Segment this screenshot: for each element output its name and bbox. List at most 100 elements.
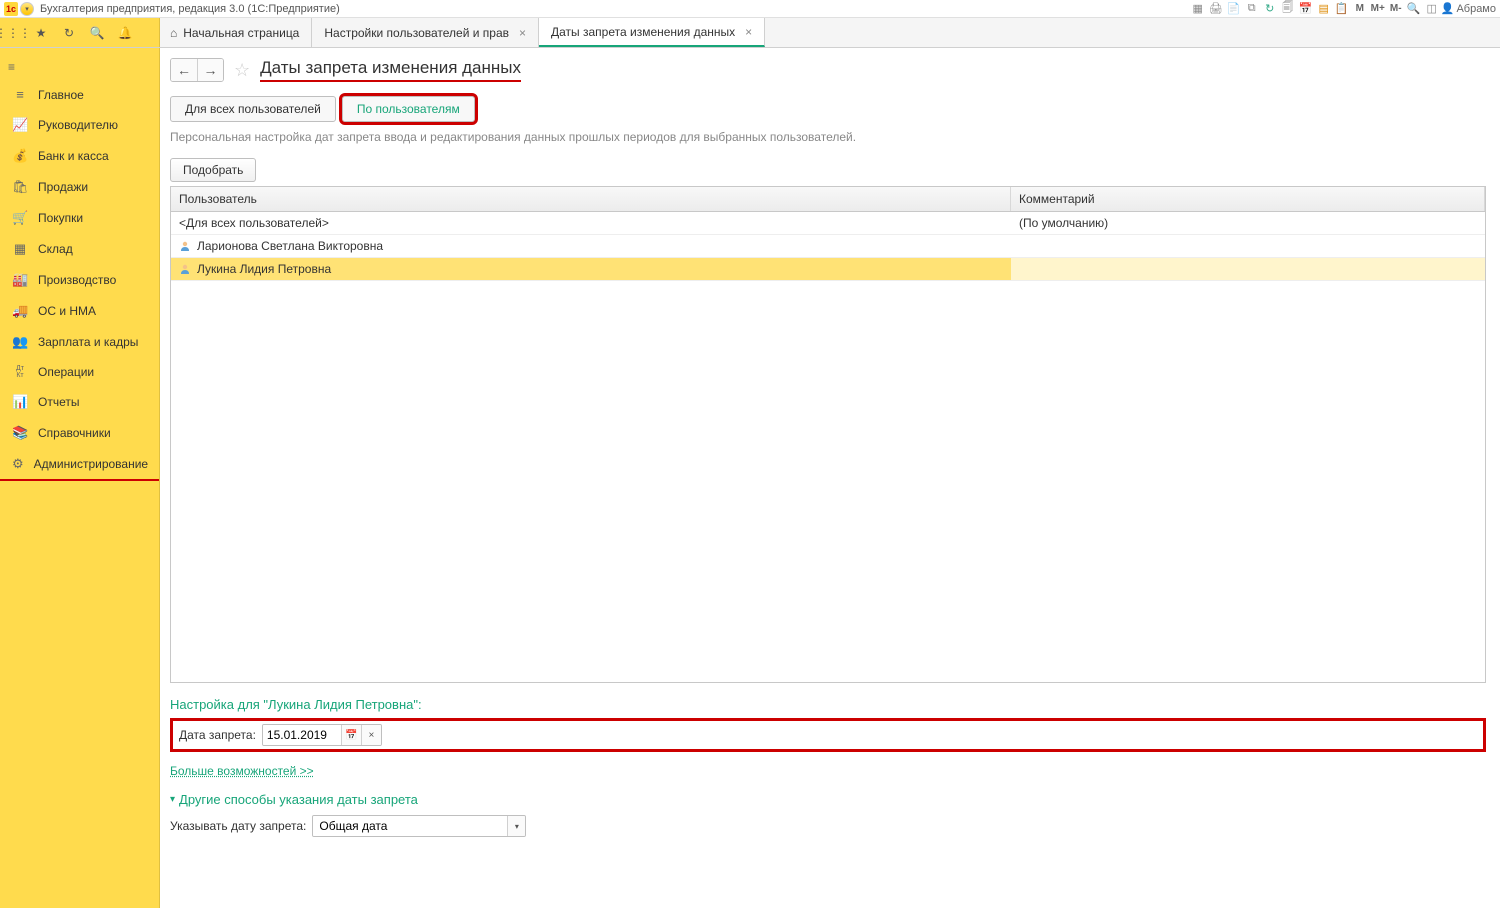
- quick-access-bar: ⋮⋮⋮ ★ ↻ 🔍 🔔: [0, 18, 160, 47]
- sidebar-item-icon: ≡: [12, 87, 28, 102]
- sidebar-item-label: ОС и НМА: [38, 304, 96, 318]
- toolbar-calc-icon[interactable]: ▤: [1316, 1, 1332, 17]
- sidebar-item-label: Операции: [38, 365, 94, 379]
- sidebar-item-icon: 🏭: [12, 272, 28, 288]
- close-icon[interactable]: ×: [745, 25, 752, 39]
- sidebar-item-label: Производство: [38, 273, 116, 287]
- toolbar-print-icon[interactable]: 🖨: [1208, 1, 1224, 17]
- favorite-star-icon[interactable]: ☆: [234, 60, 250, 81]
- zoom-icon[interactable]: 🔍: [1406, 1, 1422, 17]
- specify-label: Указывать дату запрета:: [170, 819, 306, 833]
- date-config-highlight: Дата запрета: 📅 ×: [170, 718, 1486, 752]
- main-toolbar: ⋮⋮⋮ ★ ↻ 🔍 🔔 ⌂ Начальная страница Настрой…: [0, 18, 1500, 48]
- tab-home[interactable]: ⌂ Начальная страница: [160, 18, 312, 47]
- sidebar-item[interactable]: 📚Справочники: [0, 418, 159, 449]
- cell-comment: [1011, 235, 1485, 257]
- apps-icon[interactable]: ⋮⋮⋮: [4, 24, 22, 42]
- nav-sidebar: ≡ ≡ Главное 📈Руководителю 💰 Банк и касса 🛍 Про…: [0, 48, 160, 908]
- app-logo-icon: 1c: [4, 2, 18, 16]
- sidebar-item-icon: 💰: [12, 148, 28, 164]
- nav-buttons: ← →: [170, 58, 224, 82]
- sidebar-item-icon: 🛒: [12, 210, 28, 226]
- table-row[interactable]: Ларионова Светлана Викторовна: [171, 235, 1485, 258]
- search-icon[interactable]: 🔍: [88, 24, 106, 42]
- forward-button[interactable]: →: [197, 59, 223, 81]
- memory-m-icon[interactable]: M: [1352, 1, 1368, 17]
- memory-mminus-icon[interactable]: M-: [1388, 1, 1404, 17]
- sidebar-item[interactable]: 📈Руководителю: [0, 110, 159, 141]
- cell-comment: (По умолчанию): [1011, 212, 1485, 234]
- tab-label: Начальная страница: [183, 26, 299, 40]
- sidebar-item-label: Главное: [38, 88, 84, 102]
- sidebar-item[interactable]: 📊Отчеты: [0, 387, 159, 418]
- toolbar-clipboard-icon[interactable]: 📋: [1334, 1, 1350, 17]
- cell-user: Ларионова Светлана Викторовна: [171, 235, 1011, 257]
- sidebar-item-label: Продажи: [38, 180, 88, 194]
- specify-value[interactable]: [313, 816, 507, 836]
- toolbar-compare-icon[interactable]: ⧉: [1244, 1, 1260, 17]
- sidebar-item[interactable]: 👥 Зарплата и кадры: [0, 327, 159, 358]
- sidebar-item-label: Зарплата и кадры: [38, 335, 138, 349]
- sidebar-item-label: Банк и касса: [38, 149, 109, 163]
- sidebar-item[interactable]: 🏭 Производство: [0, 265, 159, 296]
- users-table: Пользователь Комментарий <Для всех польз…: [170, 186, 1486, 683]
- col-header-user[interactable]: Пользователь: [171, 187, 1011, 211]
- table-row[interactable]: <Для всех пользователей>(По умолчанию): [171, 212, 1485, 235]
- table-row[interactable]: Лукина Лидия Петровна: [171, 258, 1485, 281]
- dropdown-icon[interactable]: ▾: [507, 816, 525, 836]
- other-ways-expander[interactable]: ▾ Другие способы указания даты запрета: [170, 792, 1486, 807]
- page-title: Даты запрета изменения данных: [260, 58, 521, 82]
- sidebar-item[interactable]: ▦Склад: [0, 234, 159, 265]
- favorite-icon[interactable]: ★: [32, 24, 50, 42]
- date-label: Дата запрета:: [179, 728, 256, 742]
- sidebar-item[interactable]: 🛒Покупки: [0, 203, 159, 234]
- memory-mplus-icon[interactable]: M+: [1370, 1, 1386, 17]
- config-section-title: Настройка для "Лукина Лидия Петровна":: [170, 697, 1486, 712]
- sidebar-item-icon: Дт Кт: [12, 365, 28, 379]
- pick-button[interactable]: Подобрать: [170, 158, 256, 182]
- date-input-group: 📅 ×: [262, 724, 382, 746]
- sidebar-item-label: Склад: [38, 242, 73, 256]
- sidebar-item[interactable]: 🛍 Продажи: [0, 172, 159, 203]
- sidebar-item[interactable]: 💰 Банк и касса: [0, 141, 159, 172]
- sidebar-item-icon: 👥: [12, 334, 28, 350]
- calendar-icon[interactable]: 📅: [341, 725, 361, 745]
- panels-icon[interactable]: ◫: [1424, 1, 1440, 17]
- user-icon: [179, 263, 191, 275]
- notifications-icon[interactable]: 🔔: [116, 24, 134, 42]
- date-input[interactable]: [263, 725, 341, 745]
- tab-dates[interactable]: Даты запрета изменения данных ×: [539, 18, 765, 47]
- sidebar-item-label: Отчеты: [38, 395, 79, 409]
- toolbar-refresh-icon[interactable]: ↻: [1262, 1, 1278, 17]
- app-dropdown-icon[interactable]: ▾: [20, 2, 34, 16]
- specify-select[interactable]: ▾: [312, 815, 526, 837]
- tab-label: Настройки пользователей и прав: [324, 26, 509, 40]
- open-tabs: ⌂ Начальная страница Настройки пользоват…: [160, 18, 1500, 47]
- tab-user-settings[interactable]: Настройки пользователей и прав ×: [312, 18, 539, 47]
- col-header-comment[interactable]: Комментарий: [1011, 187, 1485, 211]
- window-titlebar: 1c ▾ Бухгалтерия предприятия, редакция 3…: [0, 0, 1500, 18]
- hint-text: Персональная настройка дат запрета ввода…: [170, 130, 1486, 144]
- sidebar-item-icon: 🛍: [12, 179, 28, 195]
- toolbar-calendar-icon[interactable]: 📅: [1298, 1, 1314, 17]
- more-options-link[interactable]: Больше возможностей >>: [170, 764, 1486, 778]
- current-user[interactable]: 👤Абрамо: [1441, 2, 1496, 15]
- sidebar-collapse-icon[interactable]: ≡: [0, 54, 159, 80]
- view-tab-by-user[interactable]: По пользователям: [342, 96, 475, 122]
- sidebar-item-label: Справочники: [38, 426, 111, 440]
- main-content: ← → ☆ Даты запрета изменения данных Для …: [160, 48, 1500, 908]
- sidebar-item[interactable]: ≡ Главное: [0, 80, 159, 110]
- view-tab-all-users[interactable]: Для всех пользователей: [170, 96, 336, 122]
- toolbar-copy-icon[interactable]: 🗐: [1280, 1, 1296, 17]
- close-icon[interactable]: ×: [519, 26, 526, 40]
- toolbar-grid-icon[interactable]: ▦: [1190, 1, 1206, 17]
- cell-comment: [1011, 258, 1485, 280]
- back-button[interactable]: ←: [171, 59, 197, 81]
- toolbar-doc-icon[interactable]: 📄: [1226, 1, 1242, 17]
- history-icon[interactable]: ↻: [60, 24, 78, 42]
- sidebar-item[interactable]: Дт Кт Операции: [0, 358, 159, 387]
- sidebar-item[interactable]: ⚙Администрирование: [0, 449, 159, 481]
- sidebar-item[interactable]: 🚚ОС и НМА: [0, 296, 159, 327]
- clear-date-icon[interactable]: ×: [361, 725, 381, 745]
- sidebar-item-label: Администрирование: [34, 457, 148, 471]
